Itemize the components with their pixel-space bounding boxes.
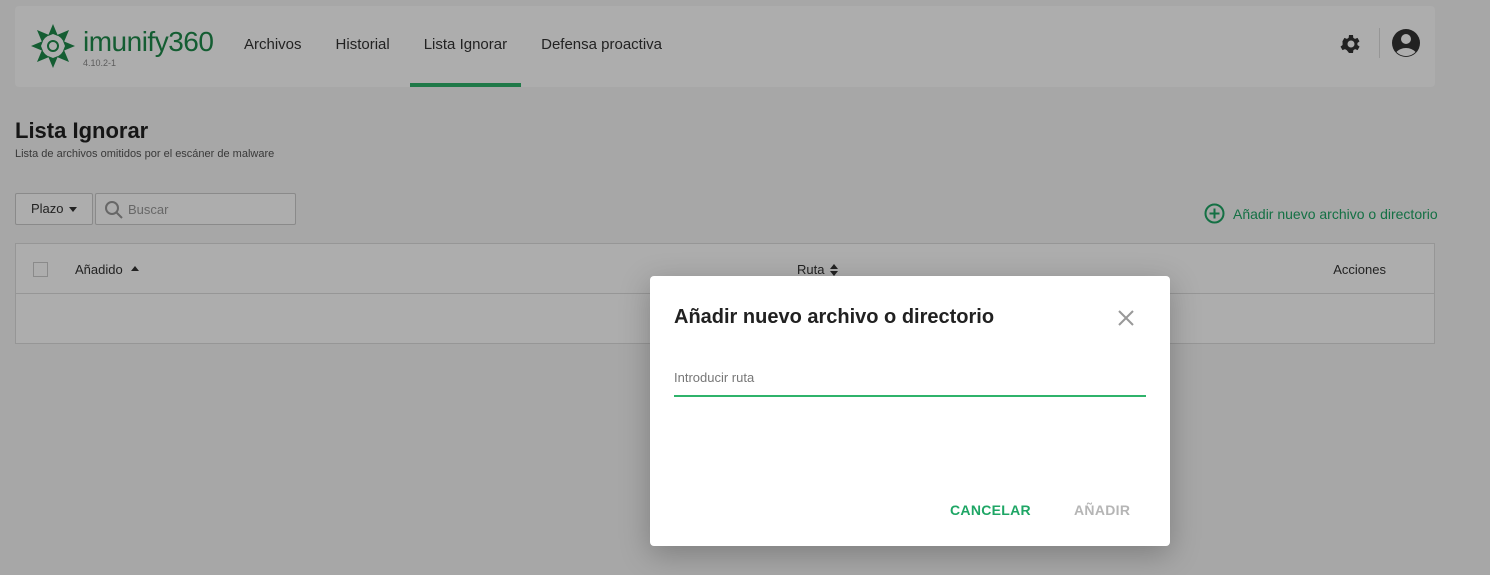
add-path-dialog: Añadir nuevo archivo o directorio CANCEL… [650,276,1170,546]
dialog-title: Añadir nuevo archivo o directorio [674,306,995,328]
path-input[interactable] [674,362,1146,392]
path-field [674,362,1146,397]
add-button[interactable]: AÑADIR [1074,502,1130,518]
cancel-button[interactable]: CANCELAR [950,502,1031,518]
close-icon[interactable] [1114,306,1138,330]
